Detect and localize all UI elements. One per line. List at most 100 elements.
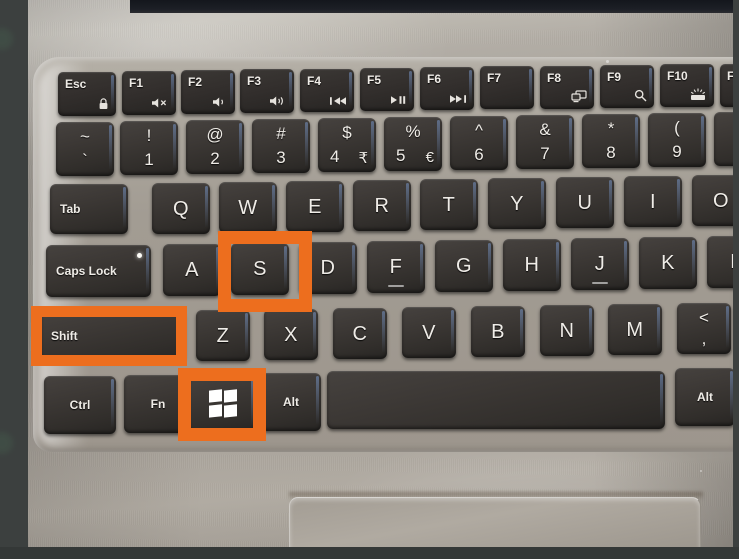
key-d-label: D xyxy=(320,257,336,279)
key-f9[interactable]: F9 xyxy=(600,65,654,108)
dust-speck xyxy=(606,60,609,63)
key-comma-bottom: , xyxy=(701,329,707,348)
key-o[interactable]: O xyxy=(692,175,739,226)
key-t-label: T xyxy=(442,193,456,216)
key-i-label: I xyxy=(649,190,657,213)
key-e[interactable]: E xyxy=(286,181,344,232)
key-alt-left-label: Alt xyxy=(283,395,299,409)
key-y[interactable]: Y xyxy=(488,178,546,229)
key-6-top: ^ xyxy=(475,121,483,140)
key-j[interactable]: J xyxy=(571,238,629,290)
key-e-label: E xyxy=(308,195,322,218)
key-alt-right[interactable]: Alt xyxy=(675,368,735,426)
key-a[interactable]: A xyxy=(163,244,221,296)
key-8[interactable]: * 8 xyxy=(582,114,640,168)
key-1[interactable]: ! 1 xyxy=(120,121,178,175)
key-w-label: W xyxy=(238,196,258,219)
key-f5-label: F5 xyxy=(367,73,382,87)
key-c[interactable]: C xyxy=(333,308,387,359)
key-f7[interactable]: F7 xyxy=(480,66,534,109)
volume-down-icon xyxy=(212,96,228,111)
screen-bezel xyxy=(130,0,739,13)
key-f8[interactable]: F8 xyxy=(540,66,594,109)
key-v[interactable]: V xyxy=(402,307,456,358)
key-f4-label: F4 xyxy=(307,74,322,88)
key-3[interactable]: # 3 xyxy=(252,119,310,173)
key-esc[interactable]: Esc xyxy=(58,72,116,116)
key-f2[interactable]: F2 xyxy=(181,70,235,114)
key-b[interactable]: B xyxy=(471,306,525,357)
key-f3[interactable]: F3 xyxy=(240,69,294,113)
keyboard-backlight-icon xyxy=(689,88,707,104)
key-u[interactable]: U xyxy=(556,177,614,228)
key-r-label: R xyxy=(374,194,390,217)
key-tab[interactable]: Tab xyxy=(50,184,128,234)
key-c-label: C xyxy=(352,322,368,345)
key-f4[interactable]: F4 xyxy=(300,69,354,112)
key-9-top: ( xyxy=(674,118,680,137)
key-v-label: V xyxy=(422,321,436,344)
key-j-label: J xyxy=(594,253,606,275)
key-caps-lock-label: Caps Lock xyxy=(56,264,117,278)
key-9-bottom: 9 xyxy=(672,142,682,161)
key-8-bottom: 8 xyxy=(606,143,616,162)
key-fn-label: Fn xyxy=(150,397,166,411)
key-n[interactable]: N xyxy=(540,305,594,356)
key-m-label: M xyxy=(626,318,644,341)
key-caps-lock[interactable]: Caps Lock xyxy=(46,245,151,297)
photo-left-border xyxy=(0,0,28,559)
key-tilde-bottom: ` xyxy=(82,151,88,170)
key-q[interactable]: Q xyxy=(152,183,210,234)
key-7-top: & xyxy=(539,120,551,139)
key-3-top: # xyxy=(276,124,286,143)
key-f2-label: F2 xyxy=(188,75,203,89)
key-k-label: K xyxy=(661,252,675,274)
key-5[interactable]: % 5 € xyxy=(384,117,442,171)
key-shift[interactable]: Shift xyxy=(41,311,185,361)
key-comma[interactable]: < , xyxy=(677,303,731,354)
key-9[interactable]: ( 9 xyxy=(648,113,706,167)
key-g[interactable]: G xyxy=(435,240,493,292)
key-windows[interactable] xyxy=(189,374,256,432)
key-f8-label: F8 xyxy=(547,71,562,85)
key-alt-left[interactable]: Alt xyxy=(261,373,321,431)
key-7[interactable]: & 7 xyxy=(516,115,574,169)
key-f[interactable]: F xyxy=(367,241,425,293)
key-i[interactable]: I xyxy=(624,176,682,227)
key-fn[interactable]: Fn xyxy=(124,375,192,433)
key-m[interactable]: M xyxy=(608,304,662,355)
key-space[interactable] xyxy=(327,371,665,429)
key-f10[interactable]: F10 xyxy=(660,64,714,107)
key-f9-label: F9 xyxy=(607,70,622,84)
key-k[interactable]: K xyxy=(639,237,697,289)
key-4[interactable]: $ 4 ₹ xyxy=(318,118,376,172)
key-r[interactable]: R xyxy=(353,180,411,231)
key-5-euro: € xyxy=(425,149,434,166)
key-3-bottom: 3 xyxy=(276,148,286,167)
key-2[interactable]: @ 2 xyxy=(186,120,244,174)
key-f1[interactable]: F1 xyxy=(122,71,176,115)
key-f7-label: F7 xyxy=(487,71,502,85)
home-row-bump-j xyxy=(592,282,608,284)
key-alt-right-label: Alt xyxy=(697,390,713,404)
key-ctrl[interactable]: Ctrl xyxy=(44,376,116,434)
keyboard-photo: Esc F1 F2 F3 F4 F5 F6 F7 F8 F9 F10 ~ ` !… xyxy=(0,0,739,559)
key-z-label: Z xyxy=(216,324,230,347)
windows-logo-icon xyxy=(208,389,237,417)
key-f1-label: F1 xyxy=(129,76,144,90)
key-f6[interactable]: F6 xyxy=(420,67,474,110)
key-h[interactable]: H xyxy=(503,239,561,291)
key-d[interactable]: D xyxy=(299,242,357,294)
key-t[interactable]: T xyxy=(420,179,478,230)
key-f6-label: F6 xyxy=(427,72,442,86)
volume-up-icon xyxy=(269,95,287,110)
key-tilde[interactable]: ~ ` xyxy=(56,122,114,176)
key-z[interactable]: Z xyxy=(196,310,250,361)
key-comma-top: < xyxy=(699,308,709,327)
key-s-label: S xyxy=(253,258,267,280)
key-w[interactable]: W xyxy=(219,182,277,233)
key-x[interactable]: X xyxy=(264,309,318,360)
key-s[interactable]: S xyxy=(231,243,289,295)
key-f5[interactable]: F5 xyxy=(360,68,414,111)
key-6[interactable]: ^ 6 xyxy=(450,116,508,170)
